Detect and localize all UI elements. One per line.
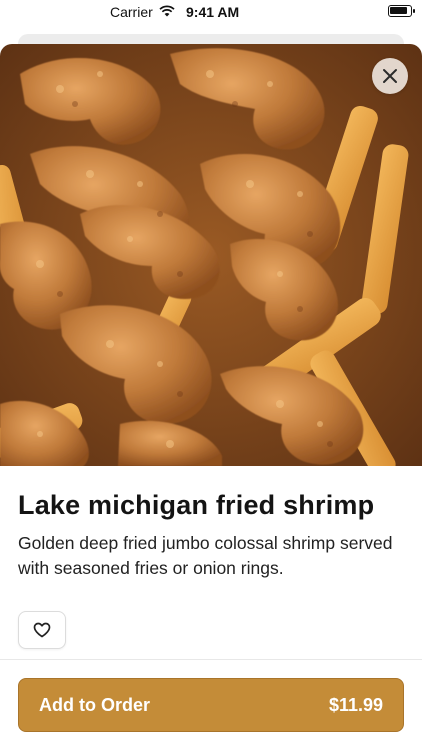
add-to-order-label: Add to Order [39,694,150,715]
carrier-label: Carrier [110,4,153,20]
item-title: Lake michigan fried shrimp [18,490,375,520]
item-photo [0,44,422,466]
status-bar: Carrier 9:41 AM [0,0,422,24]
divider [0,659,422,660]
item-detail-screen: Carrier 9:41 AM Lake michigan fried shri… [0,0,422,750]
favorite-button[interactable] [18,611,66,649]
status-left: Carrier [110,4,175,20]
close-icon [383,69,397,83]
wifi-icon [159,4,175,20]
battery-icon [388,5,415,17]
price-label: $11.99 [328,694,383,715]
item-sheet: Lake michigan fried shrimp Golden deep f… [0,44,422,750]
add-to-order-button[interactable]: Add to Order $11.99 [18,678,404,732]
close-button[interactable] [372,58,408,94]
item-details: Lake michigan fried shrimp Golden deep f… [18,490,404,581]
item-description: Golden deep fried jumbo colossal shrimp … [18,533,393,578]
heart-icon [33,622,51,638]
status-time: 9:41 AM [186,4,240,20]
